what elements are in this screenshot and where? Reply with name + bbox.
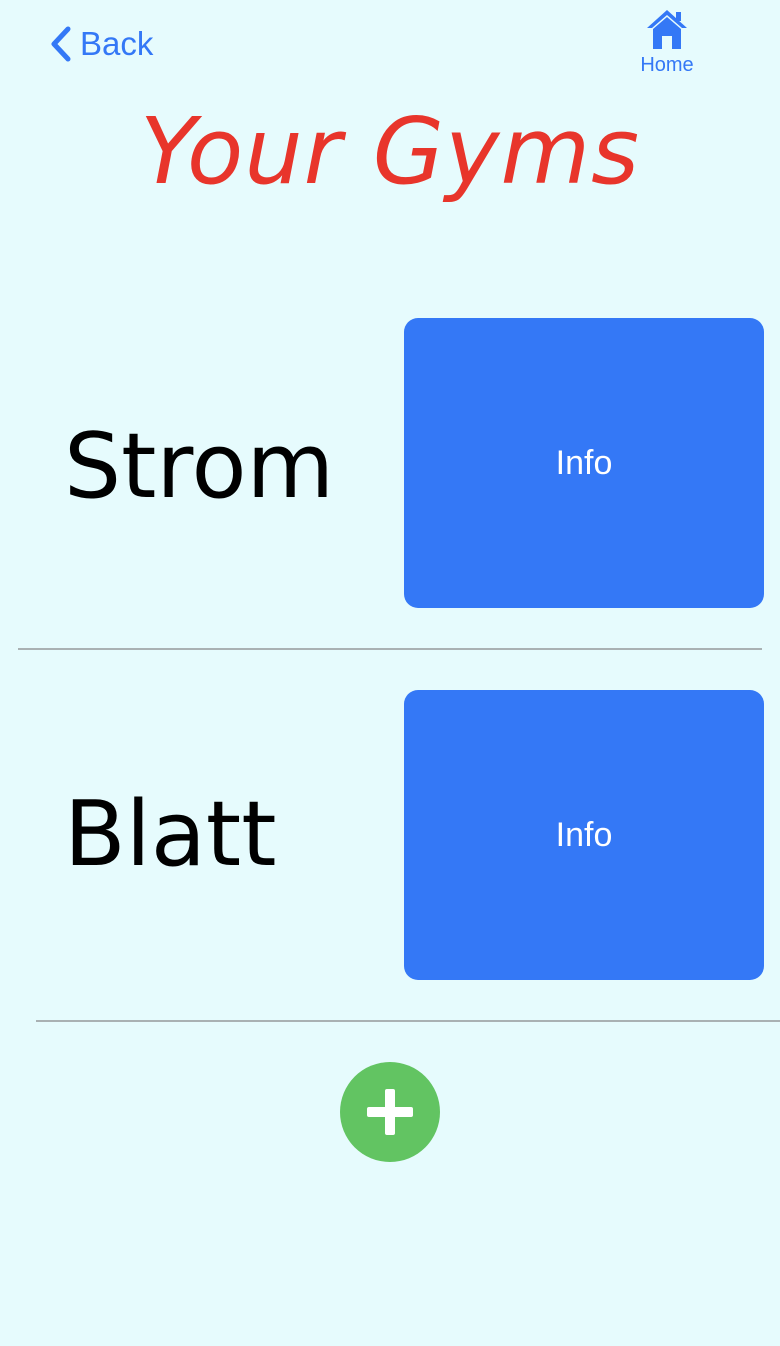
back-label: Back — [80, 25, 154, 62]
home-button[interactable]: Home — [626, 8, 708, 86]
page-title: Your Gyms — [139, 98, 641, 205]
gym-name: Blatt — [64, 782, 277, 887]
plus-icon — [365, 1087, 415, 1137]
home-icon — [646, 8, 688, 50]
gym-row: Blatt Info — [0, 690, 780, 980]
home-label: Home — [640, 54, 694, 76]
gym-name: Strom — [64, 414, 335, 519]
add-gym-button[interactable] — [340, 1062, 440, 1162]
back-button[interactable]: Back — [50, 22, 153, 66]
info-button[interactable]: Info — [404, 690, 764, 980]
row-divider — [36, 1020, 780, 1022]
chevron-left-icon — [50, 26, 72, 62]
info-button[interactable]: Info — [404, 318, 764, 608]
row-divider — [18, 648, 762, 650]
gym-row: Strom Info — [0, 318, 780, 608]
